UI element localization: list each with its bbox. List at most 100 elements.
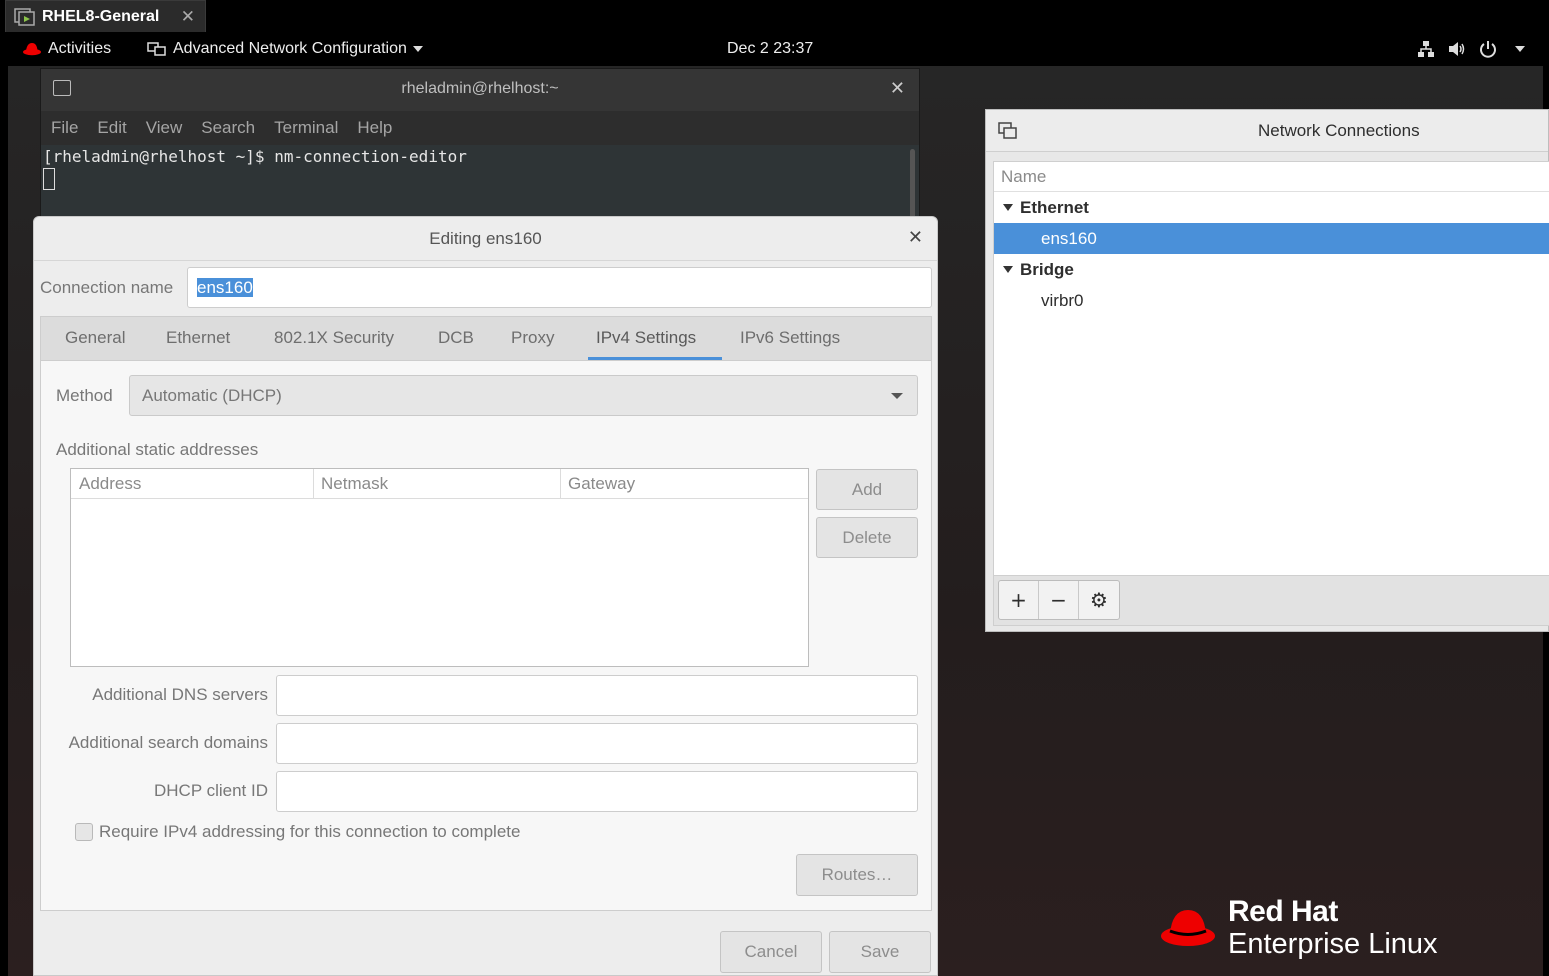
- group-label: Bridge: [1020, 260, 1074, 279]
- active-tab-indicator: [588, 357, 722, 360]
- minus-icon: −: [1050, 588, 1067, 612]
- dhcp-client-id-input[interactable]: [276, 771, 918, 812]
- vm-tab[interactable]: RHEL8-General ✕: [5, 0, 206, 32]
- column-header-gateway[interactable]: Gateway: [568, 474, 635, 494]
- table-header: Address Netmask Gateway: [71, 469, 808, 499]
- network-connections-titlebar[interactable]: Network Connections: [986, 110, 1548, 152]
- expander-icon[interactable]: [1003, 204, 1013, 211]
- vm-tab-strip: RHEL8-General ✕: [0, 0, 1549, 34]
- top-bar: Activities Advanced Network Configuratio…: [0, 34, 1549, 66]
- network-icon: [998, 122, 1017, 139]
- terminal-titlebar[interactable]: rheladmin@rhelhost:~ ✕: [41, 69, 919, 111]
- chevron-down-icon: [1515, 46, 1525, 52]
- menu-terminal[interactable]: Terminal: [274, 118, 338, 138]
- ipv4-settings-panel: Method Automatic (DHCP) Additional stati…: [40, 361, 932, 911]
- require-ipv4-label[interactable]: Require IPv4 addressing for this connect…: [99, 822, 520, 842]
- connection-name-input[interactable]: ens160: [187, 267, 932, 308]
- edit-connection-button[interactable]: ⚙: [1079, 581, 1119, 619]
- terminal-cursor: [43, 168, 55, 190]
- list-item-virbr0[interactable]: virbr0: [994, 285, 1549, 316]
- expander-icon[interactable]: [1003, 266, 1013, 273]
- static-addresses-label: Additional static addresses: [56, 440, 259, 459]
- tab-8021x-security[interactable]: 802.1X Security: [274, 328, 394, 348]
- app-menu[interactable]: Advanced Network Configuration: [147, 40, 423, 58]
- search-domains-input[interactable]: [276, 723, 918, 764]
- brand-line-2: Enterprise Linux: [1228, 928, 1438, 960]
- network-connections-title: Network Connections: [1258, 121, 1420, 140]
- cancel-button[interactable]: Cancel: [720, 931, 822, 973]
- dns-servers-label: Additional DNS servers: [92, 685, 268, 704]
- chevron-down-icon: [891, 393, 903, 399]
- item-label: virbr0: [1041, 291, 1084, 310]
- column-header-netmask[interactable]: Netmask: [321, 474, 388, 494]
- brand-line-1: Red Hat: [1228, 895, 1338, 928]
- add-address-button[interactable]: Add: [816, 469, 918, 510]
- column-divider: [313, 469, 314, 499]
- close-icon[interactable]: ✕: [908, 227, 923, 248]
- column-header-address[interactable]: Address: [79, 474, 141, 494]
- clock[interactable]: Dec 2 23:37: [727, 40, 813, 58]
- list-item-ens160[interactable]: ens160: [994, 223, 1549, 254]
- save-button[interactable]: Save: [829, 931, 931, 973]
- connection-toolbar: + − ⚙: [993, 576, 1549, 626]
- terminal-title: rheladmin@rhelhost:~: [401, 80, 559, 97]
- terminal-menubar: File Edit View Search Terminal Help: [41, 111, 919, 145]
- dialog-titlebar[interactable]: Editing ens160 ✕: [34, 217, 937, 261]
- network-connections-window[interactable]: Network Connections Name Ethernet ens160…: [985, 109, 1549, 632]
- editing-connection-dialog[interactable]: Editing ens160 ✕ Connection name ens160 …: [33, 216, 938, 976]
- power-icon: [1480, 41, 1496, 58]
- app-menu-label: Advanced Network Configuration: [173, 40, 407, 57]
- terminal-prompt-line: [rheladmin@rhelhost ~]$ nm-connection-ed…: [43, 147, 467, 166]
- require-ipv4-checkbox[interactable]: [75, 823, 93, 841]
- terminal-window[interactable]: rheladmin@rhelhost:~ ✕ File Edit View Se…: [40, 68, 920, 229]
- connection-list[interactable]: Name Ethernet ens160 Bridge virbr0: [993, 161, 1549, 576]
- activities-label: Activities: [48, 40, 112, 57]
- close-icon[interactable]: ✕: [890, 78, 905, 99]
- close-icon[interactable]: ✕: [181, 7, 195, 27]
- static-addresses-table[interactable]: Address Netmask Gateway: [70, 468, 809, 667]
- chevron-down-icon: [412, 46, 423, 52]
- column-divider: [560, 469, 561, 499]
- menu-edit[interactable]: Edit: [97, 118, 126, 138]
- redhat-icon: [23, 43, 41, 56]
- plus-icon: +: [1010, 588, 1027, 612]
- tab-ipv4-settings[interactable]: IPv4 Settings: [596, 328, 696, 348]
- redhat-hat-icon: [1161, 910, 1215, 946]
- tab-general[interactable]: General: [65, 328, 125, 348]
- connection-name-value: ens160: [197, 278, 253, 297]
- item-label: ens160: [1041, 229, 1097, 248]
- menu-search[interactable]: Search: [201, 118, 255, 138]
- screen: RHEL8-General ✕ Activities Advanced Netw…: [0, 0, 1549, 976]
- tab-ethernet[interactable]: Ethernet: [166, 328, 230, 348]
- tab-dcb[interactable]: DCB: [438, 328, 474, 348]
- menu-file[interactable]: File: [51, 118, 78, 138]
- settings-tabs: General Ethernet 802.1X Security DCB Pro…: [40, 316, 932, 361]
- vm-icon: [14, 7, 35, 26]
- menu-view[interactable]: View: [146, 118, 183, 138]
- tab-proxy[interactable]: Proxy: [511, 328, 554, 348]
- redhat-logo: Red Hat Enterprise Linux: [1160, 896, 1438, 960]
- connection-name-label: Connection name: [40, 278, 174, 297]
- add-connection-button[interactable]: +: [999, 581, 1039, 619]
- tab-ipv6-settings[interactable]: IPv6 Settings: [740, 328, 840, 348]
- search-domains-label: Additional search domains: [68, 733, 268, 752]
- menu-help[interactable]: Help: [357, 118, 392, 138]
- system-menu[interactable]: [1417, 40, 1525, 58]
- routes-button[interactable]: Routes…: [796, 854, 918, 896]
- dhcp-client-id-label: DHCP client ID: [154, 781, 268, 800]
- vm-tab-title: RHEL8-General: [42, 7, 160, 25]
- method-label: Method: [56, 386, 113, 405]
- dns-servers-input[interactable]: [276, 675, 918, 716]
- group-row-bridge[interactable]: Bridge: [994, 254, 1549, 285]
- dialog-title: Editing ens160: [429, 229, 542, 248]
- remove-connection-button[interactable]: −: [1039, 581, 1079, 619]
- activities-button[interactable]: Activities: [22, 40, 111, 58]
- group-row-ethernet[interactable]: Ethernet: [994, 192, 1549, 223]
- column-header-name[interactable]: Name: [994, 162, 1549, 192]
- method-select[interactable]: Automatic (DHCP): [129, 375, 918, 416]
- method-value: Automatic (DHCP): [142, 386, 282, 405]
- volume-icon: [1449, 42, 1465, 56]
- terminal-scrollbar[interactable]: [910, 149, 915, 219]
- delete-address-button[interactable]: Delete: [816, 517, 918, 558]
- network-app-icon: [147, 42, 166, 56]
